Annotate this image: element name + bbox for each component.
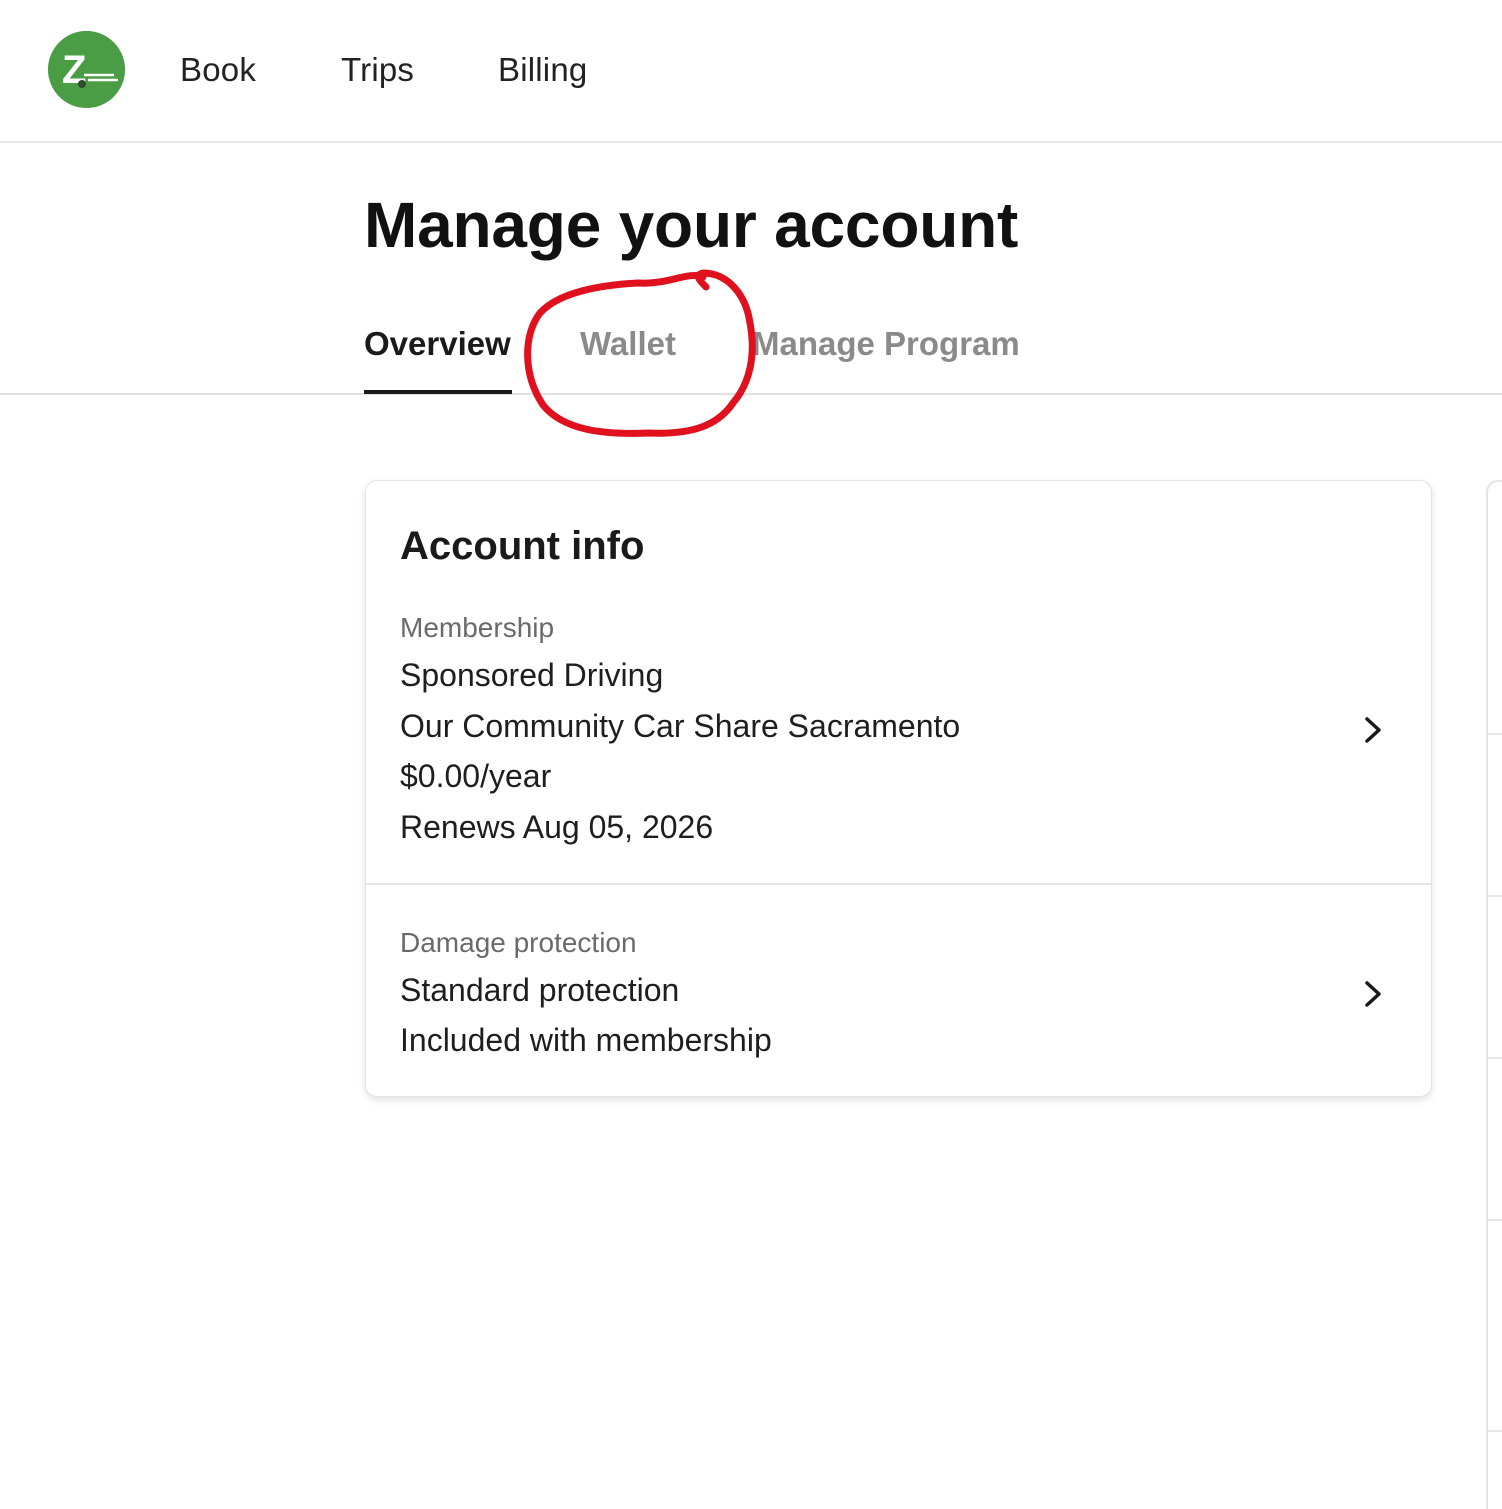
membership-price: $0.00/year: [400, 758, 552, 794]
account-info-title: Account info: [400, 524, 645, 568]
membership-label: Membership: [400, 612, 555, 643]
nav-trips-link[interactable]: Trips: [341, 48, 414, 92]
membership-plan: Sponsored Driving: [400, 657, 664, 693]
account-info-card: Account info Membership Sponsored Drivin…: [365, 480, 1432, 1097]
damage-protection-plan: Standard protection: [400, 972, 680, 1008]
zipcar-logo-icon: Z: [48, 31, 125, 108]
chevron-right-icon[interactable]: [1361, 715, 1385, 745]
zipcar-logo[interactable]: Z: [48, 31, 125, 108]
adjacent-card-divider: [1488, 1219, 1502, 1221]
membership-section[interactable]: Membership Sponsored Driving Our Communi…: [366, 599, 1431, 885]
nav-book-link[interactable]: Book: [180, 48, 256, 92]
top-navigation: Z Book Trips Billing: [0, 0, 1502, 143]
nav-billing-link[interactable]: Billing: [498, 48, 587, 92]
membership-program: Our Community Car Share Sacramento: [400, 708, 961, 744]
membership-renewal: Renews Aug 05, 2026: [400, 809, 714, 845]
chevron-right-icon[interactable]: [1361, 979, 1385, 1009]
page-title: Manage your account: [364, 189, 1019, 261]
adjacent-card-divider: [1488, 1057, 1502, 1059]
account-tabs: Overview Wallet Manage Program: [0, 300, 1502, 395]
adjacent-card-divider: [1488, 733, 1502, 735]
active-tab-indicator: [364, 390, 512, 394]
damage-protection-note: Included with membership: [400, 1022, 772, 1058]
adjacent-card-divider: [1488, 895, 1502, 897]
page: Z Book Trips Billing Manage your account…: [0, 0, 1502, 1509]
tab-manage-program[interactable]: Manage Program: [752, 322, 1020, 366]
damage-protection-label: Damage protection: [400, 927, 637, 958]
tab-overview[interactable]: Overview: [364, 322, 511, 366]
adjacent-card-partial: [1486, 480, 1502, 1509]
damage-protection-section[interactable]: Damage protection Standard protection In…: [366, 885, 1431, 1095]
tab-wallet[interactable]: Wallet: [580, 322, 676, 366]
adjacent-card-divider: [1488, 1430, 1502, 1432]
